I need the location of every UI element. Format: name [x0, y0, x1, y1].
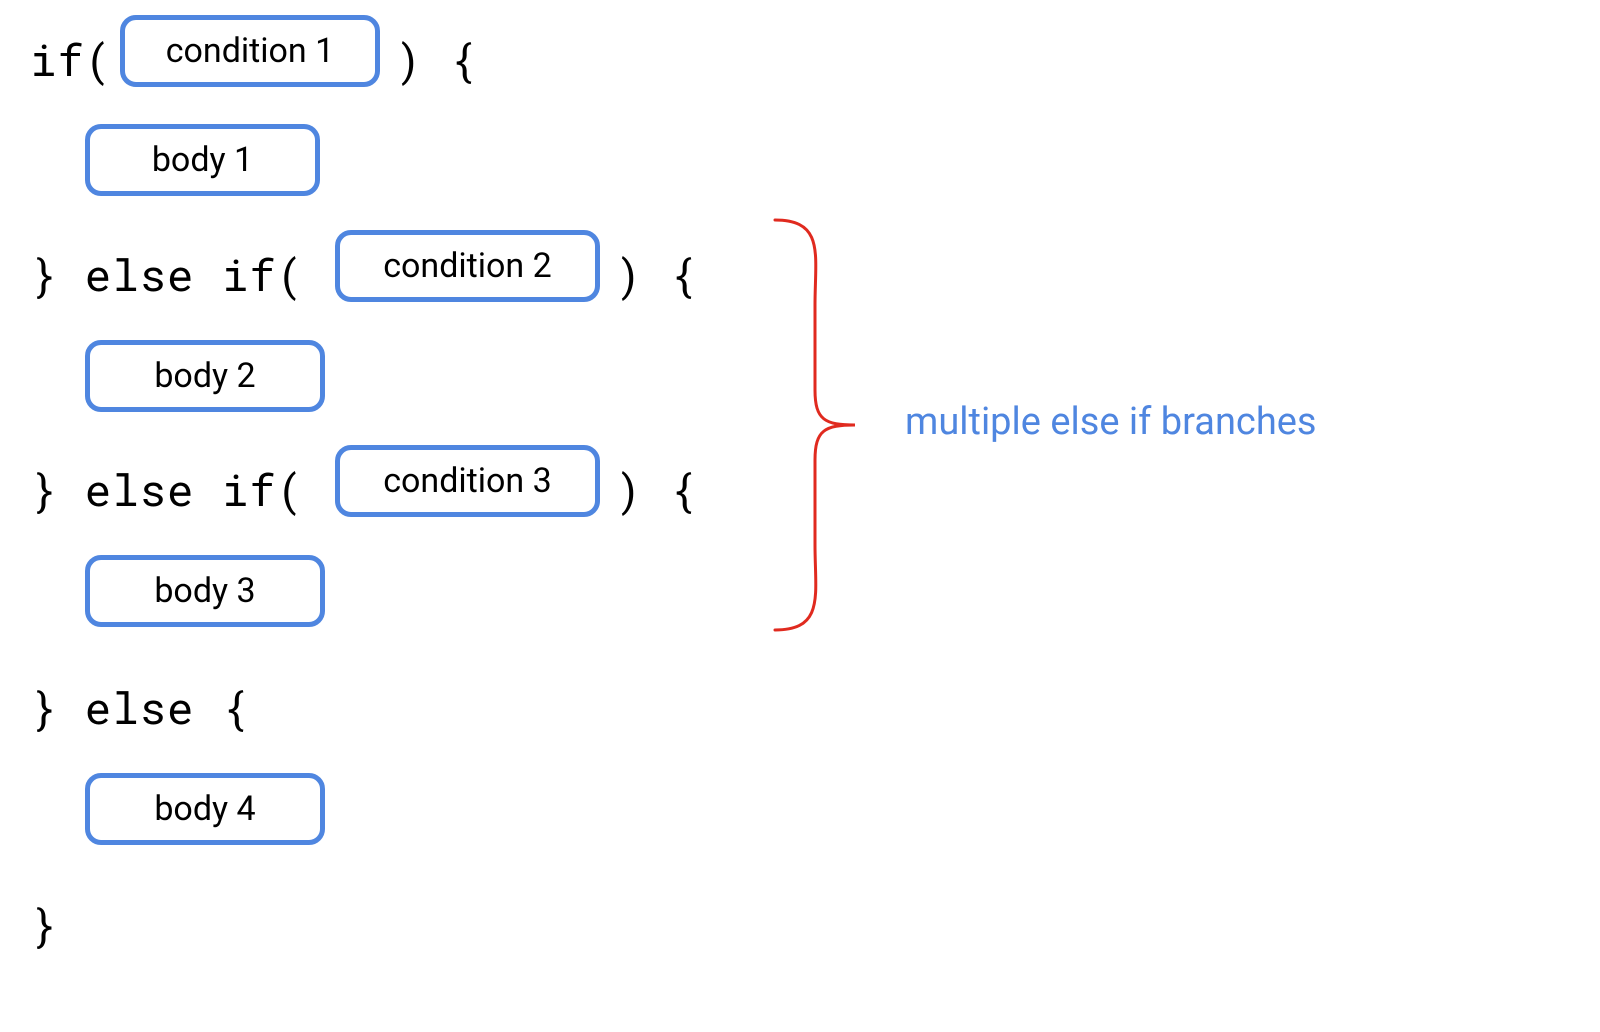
pill-body-3-label: body 3: [154, 571, 255, 611]
pill-condition-3-label: condition 3: [383, 461, 552, 501]
annotation-multiple-else-if: multiple else if branches: [905, 400, 1317, 444]
pill-body-1-label: body 1: [152, 140, 253, 180]
curly-brace-icon: [770, 215, 890, 635]
code-else-if-1-close: ) {: [615, 245, 697, 303]
pill-condition-2: condition 2: [335, 230, 600, 302]
code-else-if-1-open: } else if(: [30, 245, 304, 303]
pill-body-4-label: body 4: [154, 789, 255, 829]
code-if-open: if(: [30, 30, 112, 88]
code-close-brace: }: [30, 895, 57, 953]
pill-body-3: body 3: [85, 555, 325, 627]
code-else-if-2-close: ) {: [615, 460, 697, 518]
pill-condition-1: condition 1: [120, 15, 380, 87]
pill-body-1: body 1: [85, 124, 320, 196]
code-else-if-2-open: } else if(: [30, 460, 304, 518]
pill-condition-3: condition 3: [335, 445, 600, 517]
pill-condition-1-label: condition 1: [166, 31, 335, 71]
pill-body-2-label: body 2: [154, 356, 255, 396]
pill-body-2: body 2: [85, 340, 325, 412]
code-else-open: } else {: [30, 678, 249, 736]
code-if-close: ) {: [395, 30, 477, 88]
pill-body-4: body 4: [85, 773, 325, 845]
pill-condition-2-label: condition 2: [383, 246, 552, 286]
diagram-canvas: if( condition 1 ) { body 1 } else if( co…: [0, 0, 1600, 1032]
